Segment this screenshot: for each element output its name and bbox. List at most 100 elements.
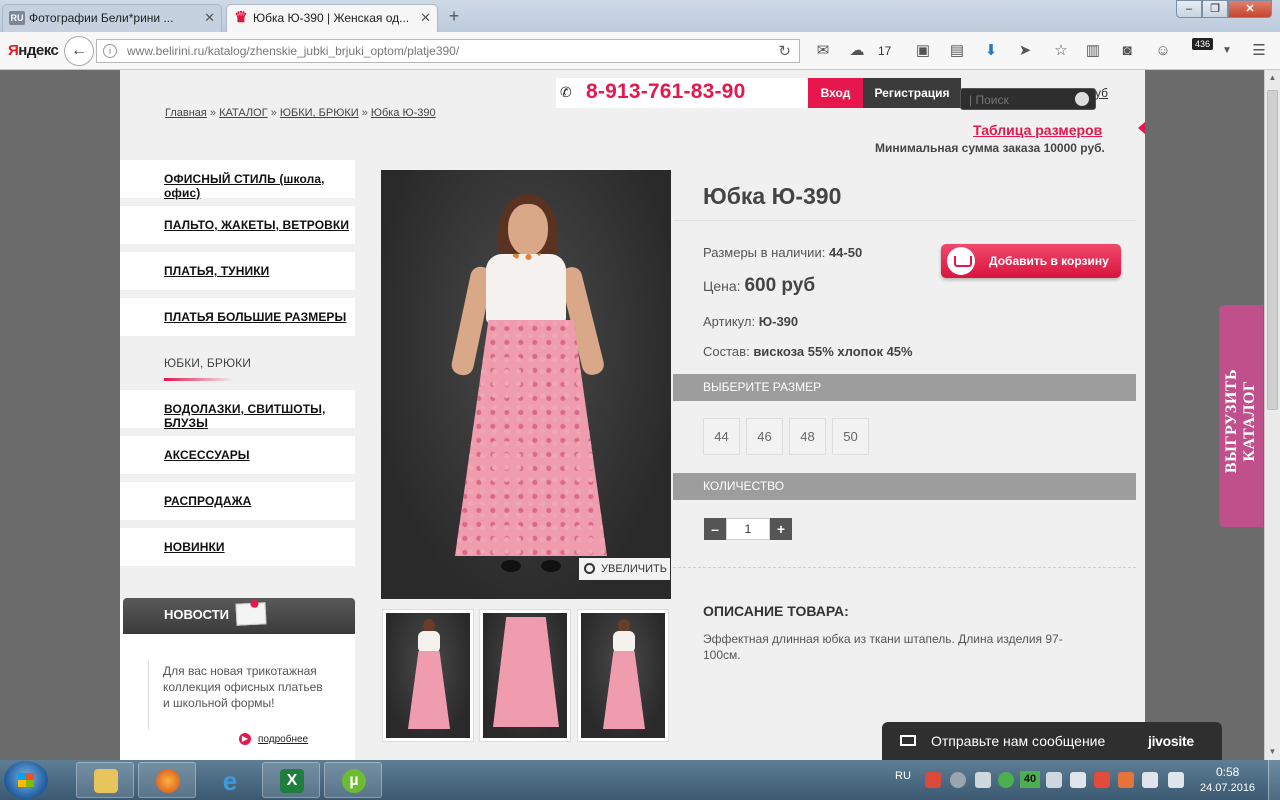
extension-icon[interactable]: ▤ (948, 42, 966, 60)
sidebar-item-sale[interactable]: РАСПРОДАЖА (120, 482, 355, 520)
size-option-48[interactable]: 48 (789, 418, 826, 455)
product-thumbnail[interactable] (382, 609, 474, 742)
download-icon[interactable]: ⬇ (982, 42, 1000, 60)
product-main-photo[interactable] (381, 170, 671, 599)
browser-titlebar: RU Фотографии Бели*рини ... ✕ ♛ Юбка Ю-3… (0, 0, 1280, 32)
browser-tab-active[interactable]: ♛ Юбка Ю-390 | Женская од... ✕ (226, 4, 438, 32)
new-tab-button[interactable]: + (444, 5, 464, 27)
sidebar-item-skirts[interactable]: ЮБКИ, БРЮКИ (120, 344, 355, 382)
tray-counter-badge[interactable]: 40 (1020, 771, 1040, 788)
tray-volume-icon[interactable] (1070, 772, 1086, 788)
tray-device-icon[interactable] (1142, 772, 1158, 788)
tray-shield-icon[interactable] (1094, 772, 1110, 788)
tray-app-icon[interactable] (1118, 772, 1134, 788)
size-option-46[interactable]: 46 (746, 418, 783, 455)
description-title: ОПИСАНИЕ ТОВАРА: (703, 603, 849, 619)
clock-time[interactable]: 0:58 (1216, 765, 1239, 779)
weather-icon[interactable]: ☁ (848, 42, 866, 60)
sidebar-item-new[interactable]: НОВИНКИ (120, 528, 355, 566)
search-input[interactable] (969, 92, 1069, 108)
tray-gear-icon[interactable] (950, 772, 966, 788)
info-icon[interactable]: i (103, 44, 117, 58)
explorer-taskbar-button[interactable] (76, 762, 134, 798)
scroll-up-icon[interactable]: ▲ (1265, 70, 1280, 86)
model-necklace (511, 246, 541, 260)
chevron-down-icon[interactable]: ▼ (1218, 42, 1236, 60)
active-item-underline (164, 378, 234, 381)
firefox-taskbar-button[interactable] (138, 762, 196, 798)
breadcrumb-category[interactable]: ЮБКИ, БРЮКИ (280, 107, 359, 119)
notification-count-badge[interactable]: 436 (1192, 38, 1214, 50)
sidebar-item-coats[interactable]: ПАЛЬТО, ЖАКЕТЫ, ВЕТРОВКИ (120, 206, 355, 244)
size-option-44[interactable]: 44 (703, 418, 740, 455)
quantity-input[interactable] (726, 518, 770, 540)
sidebar-item-plus-dresses[interactable]: ПЛАТЬЯ БОЛЬШИЕ РАЗМЕРЫ (120, 298, 355, 336)
show-desktop-button[interactable] (1268, 760, 1280, 800)
search-box (960, 88, 1096, 110)
close-tab-icon[interactable]: ✕ (420, 5, 431, 31)
sidebar-item-turtlenecks[interactable]: ВОДОЛАЗКИ, СВИТШОТЫ, БЛУЗЫ (120, 390, 355, 430)
send-icon[interactable]: ➤ (1016, 42, 1034, 60)
yandex-logo[interactable]: Яндекс (8, 42, 59, 59)
product-thumbnail[interactable] (479, 609, 571, 742)
size-table-link[interactable]: Таблица размеров (973, 122, 1102, 138)
close-tab-icon[interactable]: ✕ (204, 5, 215, 31)
start-button[interactable] (4, 761, 48, 799)
tray-flag-icon[interactable] (925, 772, 941, 788)
quantity-plus-button[interactable]: + (770, 518, 792, 540)
sidebar-item-dresses[interactable]: ПЛАТЬЯ, ТУНИКИ (120, 252, 355, 290)
pocket-icon[interactable]: ◙ (1118, 42, 1136, 60)
scroll-down-icon[interactable]: ▼ (1265, 744, 1280, 760)
phone-number[interactable]: 8-913-761-83-90 (586, 80, 745, 104)
utorrent-taskbar-button[interactable]: µ (324, 762, 382, 798)
mail-icon[interactable]: ✉ (814, 42, 832, 60)
login-button[interactable]: Вход (808, 78, 863, 108)
zoom-button[interactable]: УВЕЛИЧИТЬ (579, 558, 670, 580)
size-option-50[interactable]: 50 (832, 418, 869, 455)
tray-network-icon[interactable] (975, 772, 991, 788)
sidebar-item-office[interactable]: ОФИСНЫЙ СТИЛЬ (школа, офис) (120, 160, 355, 200)
breadcrumb-catalog[interactable]: КАТАЛОГ (219, 107, 268, 119)
scrollbar-thumb[interactable] (1267, 90, 1278, 410)
breadcrumb-home[interactable]: Главная (165, 107, 207, 119)
address-bar[interactable]: i www.belirini.ru/katalog/zhenskie_jubki… (96, 39, 800, 63)
model-shoe (501, 560, 521, 572)
star-icon[interactable]: ☆ (1052, 42, 1070, 60)
vertical-scrollbar[interactable]: ▲ ▼ (1264, 70, 1280, 760)
extension-icon[interactable]: ▣ (914, 42, 932, 60)
tray-utorrent-icon[interactable] (998, 772, 1014, 788)
search-icon[interactable] (1075, 92, 1089, 106)
menu-icon[interactable]: ☰ (1250, 42, 1268, 60)
smiley-icon[interactable]: ☺ (1154, 42, 1172, 60)
add-to-cart-button[interactable]: Добавить в корзину (941, 244, 1121, 278)
language-indicator[interactable]: RU (895, 770, 911, 782)
register-button[interactable]: Регистрация (863, 78, 961, 108)
sidebar-item-accessories[interactable]: АКСЕССУАРЫ (120, 436, 355, 474)
chat-widget[interactable]: Отправьте нам сообщение jivosite (882, 722, 1222, 760)
tray-flag-action-icon[interactable] (1168, 772, 1184, 788)
clock-date[interactable]: 24.07.2016 (1200, 782, 1255, 794)
maximize-button[interactable]: ❐ (1202, 0, 1228, 18)
browser-tab-photos[interactable]: RU Фотографии Бели*рини ... ✕ (2, 4, 222, 32)
cart-link[interactable]: уб (1095, 86, 1108, 100)
minimize-button[interactable]: – (1176, 0, 1202, 18)
sidebar-item-label: ПАЛЬТО, ЖАКЕТЫ, ВЕТРОВКИ (164, 218, 350, 232)
bookmarks-icon[interactable]: ▥ (1084, 42, 1102, 60)
breadcrumb-current[interactable]: Юбка Ю-390 (371, 107, 436, 119)
back-button[interactable]: ← (64, 36, 94, 66)
url-text[interactable]: www.belirini.ru/katalog/zhenskie_jubki_b… (127, 44, 459, 58)
tray-sync-icon[interactable] (1046, 772, 1062, 788)
arrow-right-icon[interactable]: ▶ (239, 733, 251, 745)
sidebar-item-label: НОВИНКИ (164, 540, 225, 554)
sku: Артикул: Ю-390 (703, 314, 799, 329)
jivosite-logo: jivosite (1148, 733, 1194, 749)
close-window-button[interactable]: ✕ (1228, 0, 1272, 18)
reload-icon[interactable]: ↻ (778, 42, 791, 60)
ie-taskbar-button[interactable]: e (200, 762, 258, 798)
excel-taskbar-button[interactable]: X (262, 762, 320, 798)
quantity-minus-button[interactable]: – (704, 518, 726, 540)
news-more-link[interactable]: подробнее (258, 734, 308, 745)
download-catalog-tab[interactable]: ВЫГРУЗИТЬ КАТАЛОГ (1219, 305, 1263, 527)
sidebar-item-label: ПЛАТЬЯ, ТУНИКИ (164, 264, 270, 278)
product-thumbnail[interactable] (577, 609, 669, 742)
